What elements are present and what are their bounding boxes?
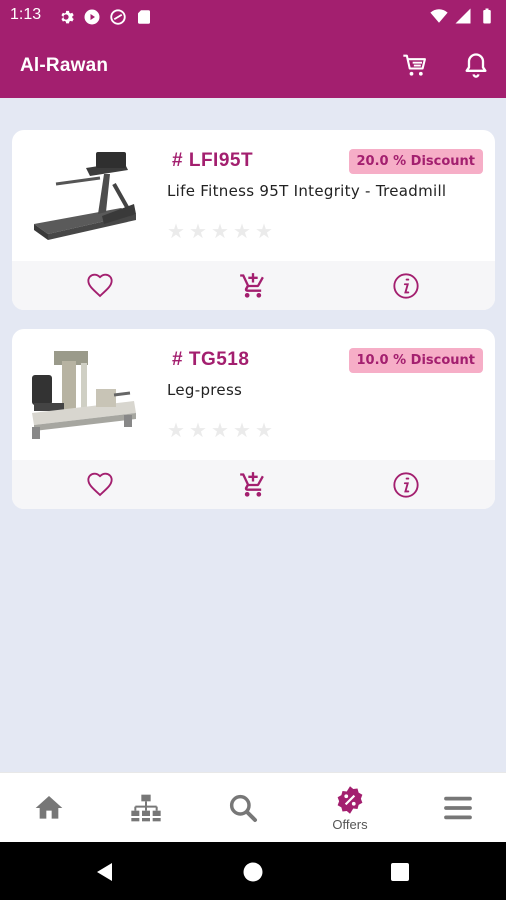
app-title: Al-Rawan	[20, 55, 109, 76]
add-to-cart-button[interactable]	[237, 469, 269, 501]
system-navigation-bar	[0, 842, 506, 900]
sd-card-icon	[138, 10, 150, 24]
play-icon	[84, 9, 100, 25]
star-icon: ★	[211, 418, 229, 442]
data-saver-icon	[110, 9, 126, 25]
product-actions	[12, 261, 495, 310]
cart-button[interactable]	[398, 48, 432, 82]
nav-menu[interactable]	[418, 773, 498, 843]
favorite-button[interactable]	[84, 270, 116, 302]
back-triangle-icon	[97, 863, 112, 881]
star-icon: ★	[233, 219, 251, 243]
leg-press-image	[32, 351, 136, 439]
rating-stars: ★ ★ ★ ★ ★	[167, 219, 273, 243]
star-icon: ★	[211, 219, 229, 243]
info-button[interactable]	[390, 469, 422, 501]
favorite-button[interactable]	[84, 469, 116, 501]
product-card-body[interactable]: # TG518 10.0 % Discount Leg-press ★ ★ ★ …	[12, 329, 495, 460]
status-system-icons	[430, 7, 496, 25]
discount-badge: 20.0 % Discount	[348, 149, 483, 174]
product-sku: # LFI95T	[172, 150, 254, 171]
nav-search[interactable]	[203, 773, 283, 843]
wifi-icon	[430, 9, 448, 23]
status-notification-icons	[57, 8, 153, 26]
treadmill-image	[34, 152, 136, 240]
bottom-navigation: Offers	[0, 772, 506, 842]
status-time: 1:13	[10, 6, 42, 23]
star-icon: ★	[189, 418, 207, 442]
nav-offers-label: Offers	[332, 816, 368, 832]
status-bar: 1:13	[0, 0, 506, 34]
product-card[interactable]: # TG518 10.0 % Discount Leg-press ★ ★ ★ …	[12, 329, 495, 509]
cart-plus-icon	[240, 273, 264, 298]
star-icon: ★	[255, 219, 273, 243]
battery-icon	[483, 8, 491, 24]
nav-offers[interactable]: Offers	[310, 773, 390, 843]
nav-categories[interactable]	[106, 773, 186, 843]
info-button[interactable]	[390, 270, 422, 302]
product-name: Life Fitness 95T Integrity - Treadmill	[167, 182, 447, 200]
app-bar: Al-Rawan	[0, 34, 506, 98]
signal-icon	[455, 8, 471, 24]
cart-icon	[403, 54, 426, 76]
star-icon: ★	[167, 219, 185, 243]
cart-plus-icon	[240, 472, 264, 497]
heart-icon	[87, 472, 113, 497]
add-to-cart-button[interactable]	[237, 270, 269, 302]
star-icon: ★	[167, 418, 185, 442]
rating-stars: ★ ★ ★ ★ ★	[167, 418, 273, 442]
home-circle-icon	[243, 862, 263, 882]
product-name: Leg-press	[167, 381, 243, 399]
star-icon: ★	[233, 418, 251, 442]
sitemap-icon	[131, 794, 161, 822]
discount-badge: 10.0 % Discount	[348, 348, 483, 373]
star-icon: ★	[189, 219, 207, 243]
system-back-button[interactable]	[94, 861, 116, 883]
search-icon	[229, 794, 257, 822]
product-card[interactable]: # LFI95T 20.0 % Discount Life Fitness 95…	[12, 130, 495, 310]
bell-icon	[465, 53, 487, 78]
notifications-button[interactable]	[459, 48, 493, 82]
recents-square-icon	[391, 863, 409, 881]
info-icon	[393, 273, 419, 299]
info-icon	[393, 472, 419, 498]
system-recents-button[interactable]	[389, 861, 411, 883]
heart-icon	[87, 273, 113, 298]
offers-badge-icon	[337, 785, 363, 814]
product-actions	[12, 460, 495, 509]
product-sku: # TG518	[172, 349, 250, 370]
home-icon	[35, 796, 63, 819]
settings-gear-icon	[61, 10, 74, 24]
nav-home[interactable]	[9, 773, 89, 843]
product-card-body[interactable]: # LFI95T 20.0 % Discount Life Fitness 95…	[12, 130, 495, 261]
star-icon: ★	[255, 418, 273, 442]
system-home-button[interactable]	[242, 861, 264, 883]
hamburger-menu-icon	[444, 796, 472, 820]
